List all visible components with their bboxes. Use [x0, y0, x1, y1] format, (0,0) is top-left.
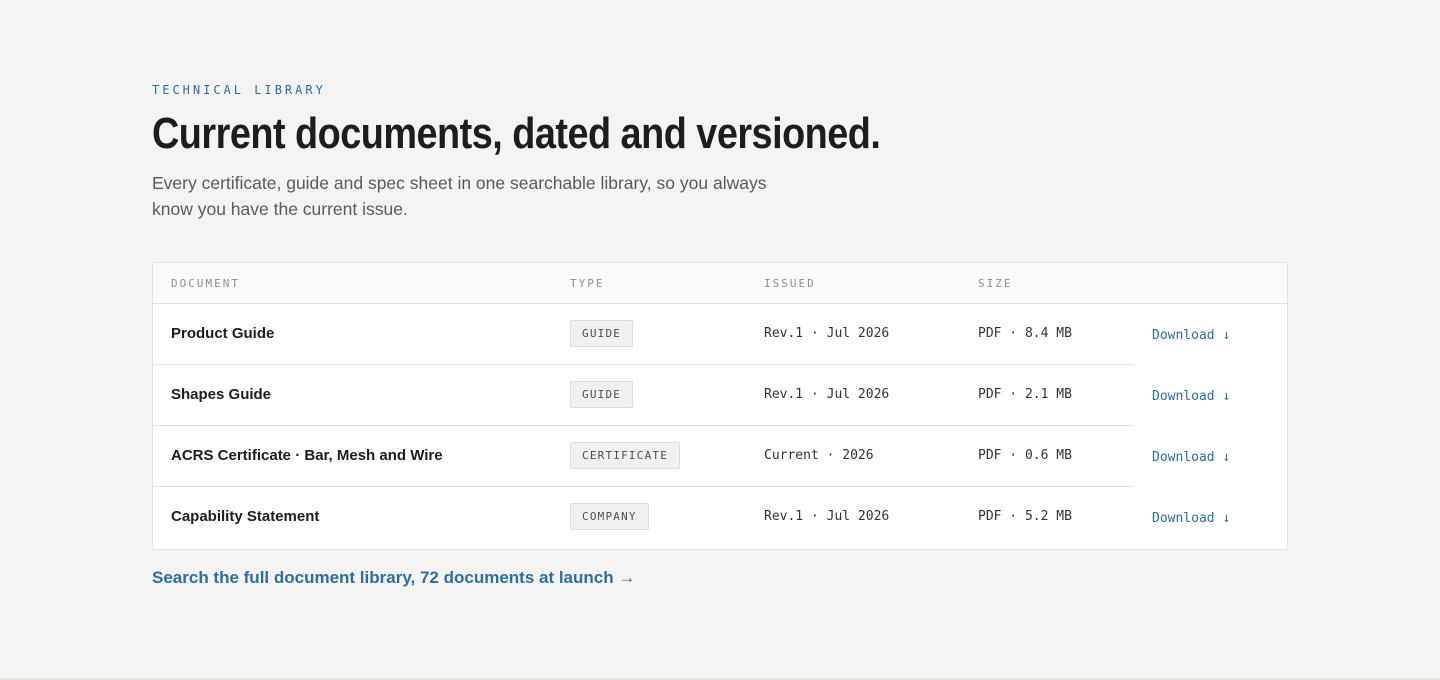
- header-type: TYPE: [570, 277, 605, 290]
- download-link[interactable]: Download ↓: [1152, 389, 1230, 404]
- header-size: SIZE: [978, 277, 1013, 290]
- table-row: Capability Statement COMPANY Rev.1 · Jul…: [153, 487, 1287, 548]
- page-title: Current documents, dated and versioned.: [152, 109, 881, 158]
- download-link[interactable]: Download ↓: [1152, 328, 1230, 343]
- document-name: Shapes Guide: [171, 386, 272, 403]
- document-name: ACRS Certificate · Bar, Mesh and Wire: [171, 447, 443, 464]
- search-library-link[interactable]: Search the full document library, 72 doc…: [152, 568, 635, 588]
- issued-date: Rev.1 · Jul 2026: [764, 509, 890, 524]
- document-name: Capability Statement: [171, 508, 320, 525]
- issued-date: Rev.1 · Jul 2026: [764, 387, 890, 402]
- file-size: PDF · 5.2 MB: [978, 509, 1072, 524]
- intro-text: Every certificate, guide and spec sheet …: [152, 173, 767, 219]
- file-size: PDF · 8.4 MB: [978, 326, 1072, 341]
- type-badge: COMPANY: [570, 503, 649, 530]
- file-size: PDF · 0.6 MB: [978, 448, 1072, 463]
- table-row: Product Guide GUIDE Rev.1 · Jul 2026 PDF…: [153, 304, 1287, 365]
- type-badge: GUIDE: [570, 320, 634, 347]
- type-badge: GUIDE: [570, 381, 634, 408]
- header-issued: ISSUED: [764, 277, 816, 290]
- document-name: Product Guide: [171, 325, 275, 342]
- section-eyebrow: TECHNICAL LIBRARY: [152, 83, 326, 97]
- download-link[interactable]: Download ↓: [1152, 450, 1230, 465]
- table-header: DOCUMENT TYPE ISSUED SIZE: [153, 263, 1287, 304]
- download-link[interactable]: Download ↓: [1152, 511, 1230, 526]
- issued-date: Rev.1 · Jul 2026: [764, 326, 890, 341]
- file-size: PDF · 2.1 MB: [978, 387, 1072, 402]
- issued-date: Current · 2026: [764, 448, 874, 463]
- table-row: Shapes Guide GUIDE Rev.1 · Jul 2026 PDF …: [153, 365, 1287, 426]
- type-badge: CERTIFICATE: [570, 442, 681, 469]
- documents-table: DOCUMENT TYPE ISSUED SIZE Product Guide …: [152, 262, 1288, 550]
- header-document: DOCUMENT: [171, 277, 240, 290]
- table-row: ACRS Certificate · Bar, Mesh and Wire CE…: [153, 426, 1287, 487]
